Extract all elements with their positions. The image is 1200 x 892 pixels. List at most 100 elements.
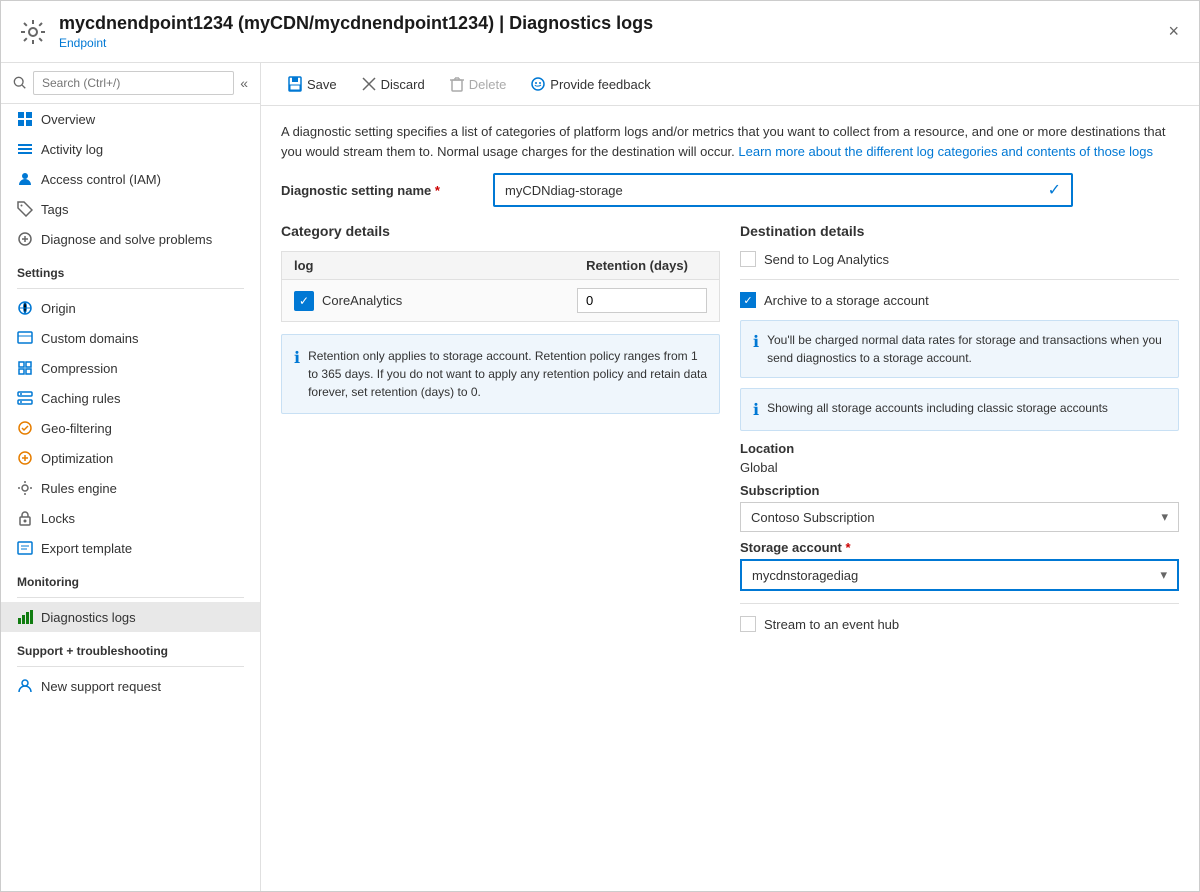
destination-header: Destination details — [740, 223, 1179, 239]
diag-setting-input-wrapper[interactable]: ✓ — [493, 173, 1073, 207]
sidebar-item-iam[interactable]: Access control (IAM) — [1, 164, 260, 194]
rules-engine-icon — [17, 480, 33, 496]
storage-account-required: * — [845, 540, 850, 555]
close-button[interactable]: × — [1164, 17, 1183, 46]
discard-button[interactable]: Discard — [351, 71, 435, 97]
save-icon — [287, 76, 303, 92]
storage-info-text: You'll be charged normal data rates for … — [767, 331, 1166, 367]
sidebar-item-overview[interactable]: Overview — [1, 104, 260, 134]
sidebar-item-diagnostics-logs[interactable]: Diagnostics logs — [1, 602, 260, 632]
optimization-icon — [17, 450, 33, 466]
sidebar-label-diagnostics-logs: Diagnostics logs — [41, 610, 136, 625]
search-input[interactable] — [33, 71, 234, 95]
retention-info-box: ℹ Retention only applies to storage acco… — [281, 334, 720, 414]
toolbar: Save Discard Delete Provide feedback — [261, 63, 1199, 106]
sidebar-item-caching-rules[interactable]: Caching rules — [1, 383, 260, 413]
collapse-button[interactable]: « — [240, 75, 248, 91]
header-left: mycdnendpoint1234 (myCDN/mycdnendpoint12… — [17, 13, 653, 50]
sidebar-item-new-support-request[interactable]: New support request — [1, 671, 260, 701]
storage-account-dropdown[interactable]: mycdnstoragediag ▾ — [740, 559, 1179, 591]
sidebar-item-geo-filtering[interactable]: Geo-filtering — [1, 413, 260, 443]
sidebar-label-caching-rules: Caching rules — [41, 391, 121, 406]
sidebar-label-iam: Access control (IAM) — [41, 172, 161, 187]
sidebar-item-tags[interactable]: Tags — [1, 194, 260, 224]
sidebar-label-compression: Compression — [41, 361, 118, 376]
sidebar-item-origin[interactable]: Origin — [1, 293, 260, 323]
learn-more-link[interactable]: Learn more about the different log categ… — [738, 144, 1153, 159]
search-box: « — [1, 63, 260, 104]
diagnose-icon — [17, 231, 33, 247]
sidebar-item-custom-domains[interactable]: Custom domains — [1, 323, 260, 353]
sidebar-item-export-template[interactable]: Export template — [1, 533, 260, 563]
showing-info-icon: ℹ — [753, 400, 759, 420]
required-marker: * — [435, 183, 440, 198]
tags-icon — [17, 201, 33, 217]
retention-info-icon: ℹ — [294, 348, 300, 401]
sidebar-label-custom-domains: Custom domains — [41, 331, 139, 346]
origin-icon — [17, 300, 33, 316]
diagnostics-logs-icon — [17, 609, 33, 625]
monitoring-divider — [17, 597, 244, 598]
destination-details-col: Destination details Send to Log Analytic… — [740, 223, 1179, 632]
retention-input[interactable] — [577, 288, 707, 313]
geo-filtering-icon — [17, 420, 33, 436]
sidebar-label-origin: Origin — [41, 301, 76, 316]
sidebar-item-optimization[interactable]: Optimization — [1, 443, 260, 473]
custom-domains-icon — [17, 330, 33, 346]
support-section-header: Support + troubleshooting — [1, 632, 260, 662]
delete-button[interactable]: Delete — [439, 71, 517, 97]
settings-section-header: Settings — [1, 254, 260, 284]
log-col-label: log — [294, 258, 567, 273]
save-label: Save — [307, 77, 337, 92]
subscription-dropdown[interactable]: Contoso Subscription ▾ — [740, 502, 1179, 532]
showing-storage-info-box: ℹ Showing all storage accounts including… — [740, 388, 1179, 431]
feedback-icon — [530, 76, 546, 92]
log-table-header: log Retention (days) — [281, 251, 720, 280]
sidebar-item-rules-engine[interactable]: Rules engine — [1, 473, 260, 503]
log-analytics-label: Send to Log Analytics — [764, 252, 889, 267]
discard-icon — [361, 76, 377, 92]
retention-info-text: Retention only applies to storage accoun… — [308, 347, 707, 401]
page-title: mycdnendpoint1234 (myCDN/mycdnendpoint12… — [59, 13, 653, 34]
log-analytics-item: Send to Log Analytics — [740, 251, 1179, 267]
sidebar-label-rules-engine: Rules engine — [41, 481, 117, 496]
sidebar-label-activity-log: Activity log — [41, 142, 103, 157]
location-value: Global — [740, 460, 1179, 475]
diag-setting-input[interactable] — [505, 183, 1048, 198]
subscription-chevron: ▾ — [1161, 509, 1168, 525]
input-check-icon: ✓ — [1048, 180, 1061, 200]
sidebar-item-locks[interactable]: Locks — [1, 503, 260, 533]
showing-info-text: Showing all storage accounts including c… — [767, 399, 1108, 420]
support-icon — [17, 678, 33, 694]
sidebar-label-new-support-request: New support request — [41, 679, 161, 694]
iam-icon — [17, 171, 33, 187]
locks-icon — [17, 510, 33, 526]
delete-label: Delete — [469, 77, 507, 92]
retention-col-label: Retention (days) — [567, 258, 707, 273]
delete-icon — [449, 76, 465, 92]
subscription-value: Contoso Subscription — [751, 510, 875, 525]
location-group: Location Global — [740, 441, 1179, 475]
sidebar-item-compression[interactable]: Compression — [1, 353, 260, 383]
form-content: A diagnostic setting specifies a list of… — [261, 106, 1199, 891]
archive-storage-item: ✓ Archive to a storage account — [740, 292, 1179, 308]
diag-setting-row: Diagnostic setting name * ✓ — [281, 173, 1179, 207]
core-analytics-checkbox[interactable]: ✓ — [294, 291, 314, 311]
sidebar-label-geo-filtering: Geo-filtering — [41, 421, 112, 436]
sidebar-item-activity-log[interactable]: Activity log — [1, 134, 260, 164]
caching-rules-icon — [17, 390, 33, 406]
settings-divider — [17, 288, 244, 289]
discard-label: Discard — [381, 77, 425, 92]
storage-account-value: mycdnstoragediag — [752, 568, 858, 583]
stream-event-hub-checkbox[interactable] — [740, 616, 756, 632]
log-analytics-checkbox[interactable] — [740, 251, 756, 267]
archive-storage-checkbox[interactable]: ✓ — [740, 292, 756, 308]
activity-log-icon — [17, 141, 33, 157]
feedback-button[interactable]: Provide feedback — [520, 71, 660, 97]
header-title-group: mycdnendpoint1234 (myCDN/mycdnendpoint12… — [59, 13, 653, 50]
sidebar-item-diagnose[interactable]: Diagnose and solve problems — [1, 224, 260, 254]
storage-info-box: ℹ You'll be charged normal data rates fo… — [740, 320, 1179, 378]
storage-account-chevron: ▾ — [1160, 567, 1167, 583]
save-button[interactable]: Save — [277, 71, 347, 97]
settings-icon — [17, 16, 49, 48]
